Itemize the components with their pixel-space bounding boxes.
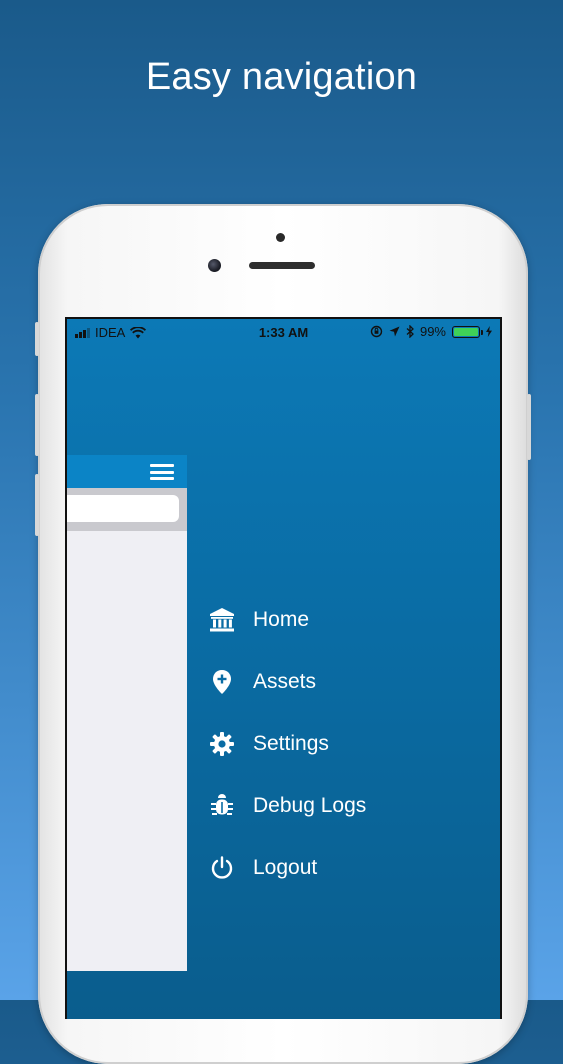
volume-up-button [35, 394, 39, 456]
power-side-button [527, 394, 531, 460]
power-icon [207, 853, 237, 883]
menu-item-settings[interactable]: Settings [207, 713, 487, 775]
hamburger-icon[interactable] [150, 464, 174, 480]
app-header-bar [67, 455, 187, 488]
menu-item-debug-logs[interactable]: Debug Logs [207, 775, 487, 837]
bluetooth-icon [406, 325, 414, 338]
menu-item-home[interactable]: Home [207, 589, 487, 651]
location-arrow-icon [389, 326, 400, 337]
navigation-menu: Home Assets Settings Debug Logs Logout [207, 589, 487, 899]
battery-icon [452, 325, 483, 338]
menu-item-label: Assets [253, 670, 317, 693]
earpiece-speaker [249, 262, 315, 269]
search-bar [67, 488, 187, 531]
battery-percent: 99% [419, 324, 446, 339]
page-headline: Easy navigation [145, 56, 418, 98]
main-app-panel[interactable] [67, 455, 187, 971]
location-pin-plus-icon [207, 667, 237, 697]
menu-item-logout[interactable]: Logout [207, 837, 487, 899]
mute-switch [35, 322, 39, 356]
front-camera-icon [208, 259, 221, 272]
bank-icon [207, 605, 237, 635]
charging-bolt-icon [486, 326, 492, 337]
phone-screen: IDEA 1:33 AM 99% Home Assets Settings De… [65, 317, 502, 1019]
gear-icon [207, 729, 237, 759]
volume-down-button [35, 474, 39, 536]
menu-item-assets[interactable]: Assets [207, 651, 487, 713]
search-input[interactable] [67, 495, 179, 522]
status-bar: IDEA 1:33 AM 99% [67, 319, 500, 345]
proximity-sensor [276, 233, 285, 242]
menu-item-label: Debug Logs [253, 794, 367, 817]
battery-level-fill [454, 327, 478, 336]
rotation-lock-icon [370, 325, 383, 338]
menu-item-label: Logout [253, 856, 318, 879]
bug-icon [207, 791, 237, 821]
menu-item-label: Settings [253, 732, 329, 755]
menu-item-label: Home [253, 608, 310, 631]
